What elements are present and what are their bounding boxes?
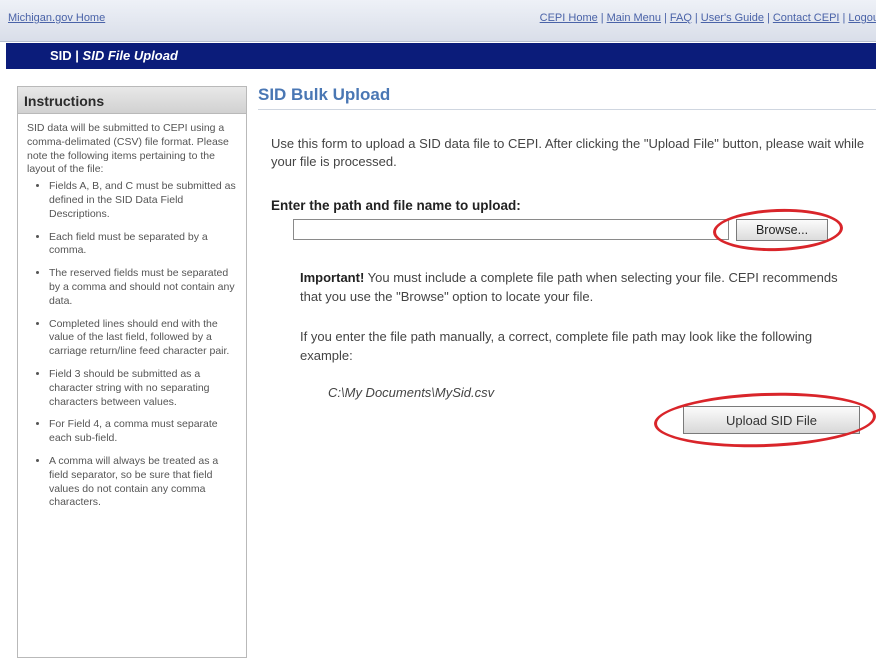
instructions-intro: SID data will be submitted to CEPI using… xyxy=(27,122,229,176)
important-label: Important! xyxy=(300,270,365,285)
page-name: SID File Upload xyxy=(82,48,178,63)
list-item: Completed lines should end with the valu… xyxy=(49,318,238,359)
list-item: A comma will always be treated as a fiel… xyxy=(49,455,238,510)
separator: | xyxy=(694,12,698,24)
title-bar: SID | SID File Upload xyxy=(6,43,876,69)
list-item: The reserved fields must be separated by… xyxy=(49,267,238,308)
top-navigation-bar: Michigan.gov Home CEPI Home | Main Menu | FA… xyxy=(0,0,876,42)
faq-link[interactable]: FAQ xyxy=(670,12,692,24)
heading-divider xyxy=(258,109,876,110)
separator: | xyxy=(664,12,667,24)
separator: | xyxy=(600,12,604,24)
list-item: For Field 4, a comma must separate each … xyxy=(49,418,238,446)
example-file-path: C:\My Documents\MySid.csv xyxy=(328,385,495,400)
instructions-panel: Instructions SID data will be submitted … xyxy=(17,86,247,658)
michigan-gov-home-link[interactable]: Michigan.gov Home xyxy=(8,12,105,24)
list-item: Fields A, B, and C must be submitted as … xyxy=(49,180,238,221)
page-title: SID | SID File Upload xyxy=(50,48,178,63)
main-menu-link[interactable]: Main Menu xyxy=(607,12,661,24)
list-item: Each field must be separated by a comma. xyxy=(49,231,238,259)
manual-path-note: If you enter the file path manually, a c… xyxy=(300,329,813,363)
instructions-list: Fields A, B, and C must be submitted as … xyxy=(27,180,238,510)
cepi-home-link[interactable]: CEPI Home xyxy=(540,12,598,24)
important-text: You must include a complete file path wh… xyxy=(300,270,838,304)
list-item: Field 3 should be submitted as a charact… xyxy=(49,368,238,409)
main-heading: SID Bulk Upload xyxy=(258,85,391,104)
users-guide-link[interactable]: User's Guide xyxy=(701,12,764,24)
separator: | xyxy=(766,12,770,24)
contact-cepi-link[interactable]: Contact CEPI xyxy=(773,12,840,24)
top-links: CEPI Home | Main Menu | FAQ | User's Guide | Con… xyxy=(540,12,876,24)
file-path-input[interactable] xyxy=(293,219,729,240)
file-path-label: Enter the path and file name to upload: xyxy=(271,198,521,213)
important-note: Important! You must include a complete f… xyxy=(300,268,860,306)
upload-sid-file-button[interactable]: Upload SID File xyxy=(683,406,860,434)
logout-link[interactable]: Logout xyxy=(848,12,876,24)
separator: | xyxy=(842,12,846,24)
intro-text: Use this form to upload a SID data file … xyxy=(271,136,865,169)
browse-button[interactable]: Browse... xyxy=(736,219,828,241)
instructions-body: SID data will be submitted to CEPI using… xyxy=(18,114,246,510)
app-name: SID | xyxy=(50,48,79,63)
instructions-heading: Instructions xyxy=(18,87,246,114)
